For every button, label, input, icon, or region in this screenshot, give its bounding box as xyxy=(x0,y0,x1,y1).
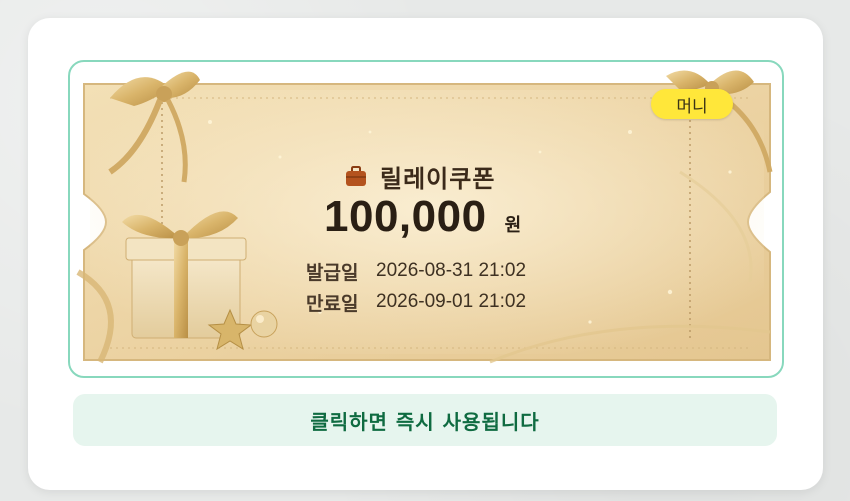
use-coupon-button-label: 클릭하면 즉시 사용됩니다 xyxy=(310,409,540,434)
issued-date-label: 발급일 xyxy=(306,261,359,284)
expiry-date-value: 2026-09-01 21:02 xyxy=(376,291,527,312)
money-badge-label: 머니 xyxy=(676,96,708,117)
coupon-amount-row: 100,000 원 xyxy=(324,192,521,248)
use-coupon-button[interactable]: 클릭하면 즉시 사용됩니다 xyxy=(73,394,777,446)
coupon-title: 릴레이쿠폰 xyxy=(380,164,496,193)
money-badge: 머니 xyxy=(651,89,733,119)
expiry-date-label: 만료일 xyxy=(306,292,359,315)
coupon-title-row: 릴레이쿠폰 xyxy=(344,160,496,193)
expiry-date-row: 만료일 2026-09-01 21:02 xyxy=(306,289,526,315)
currency-unit: 원 xyxy=(504,215,522,236)
coupon-amount: 100,000 xyxy=(324,192,487,241)
issued-date-row: 발급일 2026-08-31 21:02 xyxy=(306,258,526,284)
issued-date-value: 2026-08-31 21:02 xyxy=(376,260,527,281)
briefcase-icon xyxy=(346,166,366,186)
